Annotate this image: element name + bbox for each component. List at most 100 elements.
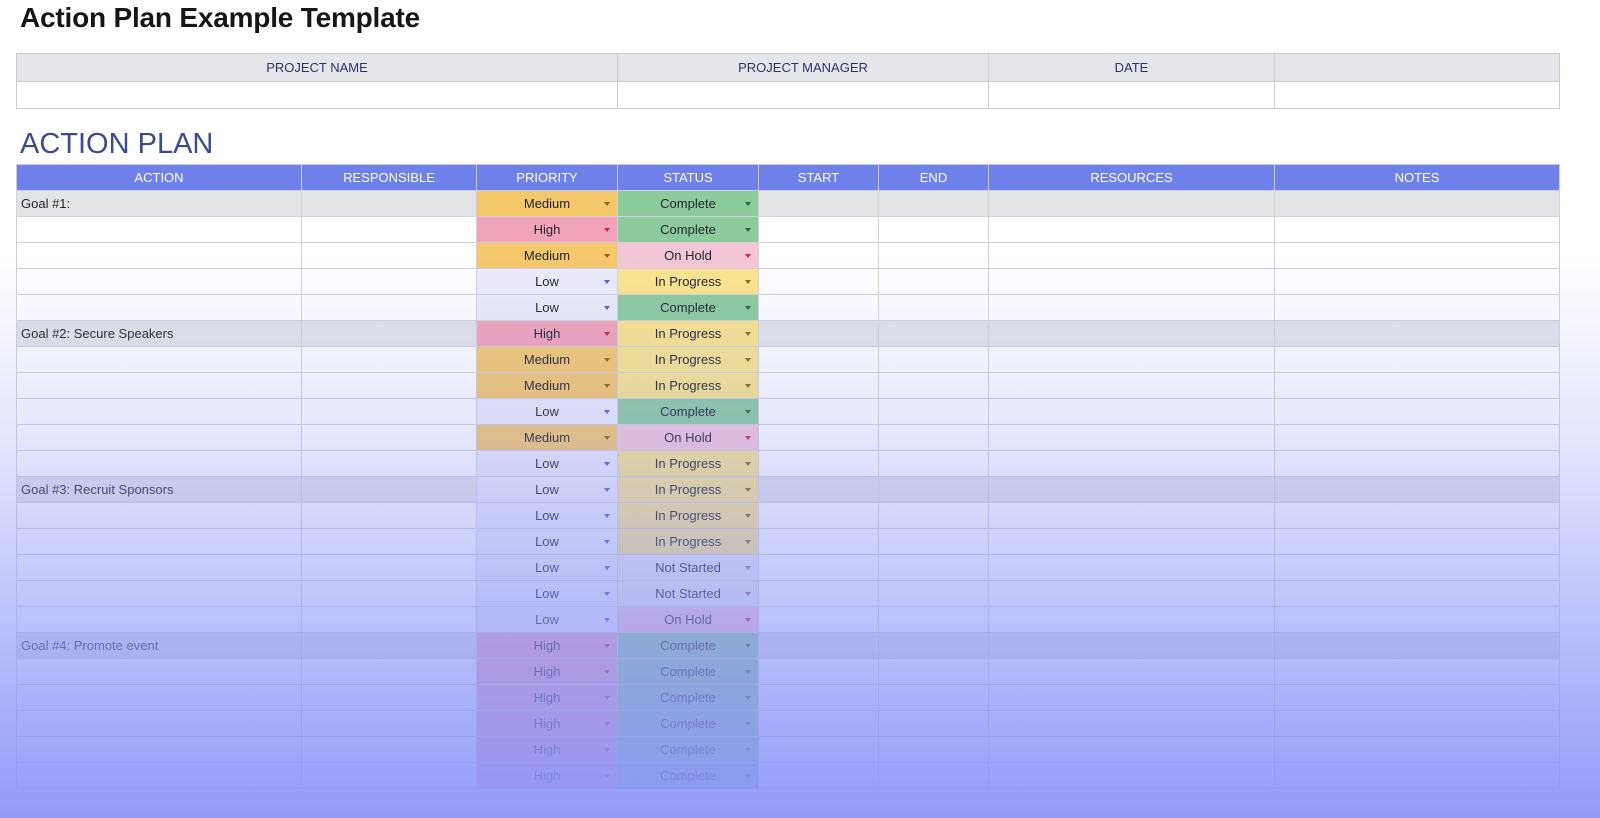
- notes-cell[interactable]: [1274, 294, 1560, 321]
- notes-cell[interactable]: [1274, 268, 1560, 295]
- priority-dropdown[interactable]: Low: [476, 294, 618, 321]
- dropdown-arrow-icon[interactable]: [745, 280, 751, 284]
- dropdown-arrow-icon[interactable]: [745, 488, 751, 492]
- end-cell[interactable]: [878, 242, 989, 269]
- status-dropdown[interactable]: Not Started: [617, 580, 759, 607]
- action-cell[interactable]: [16, 710, 302, 737]
- responsible-cell[interactable]: [301, 450, 477, 477]
- dropdown-arrow-icon[interactable]: [604, 202, 610, 206]
- status-dropdown[interactable]: Complete: [617, 190, 759, 217]
- start-cell[interactable]: [758, 710, 879, 737]
- action-cell[interactable]: Goal #4: Promote event: [16, 632, 302, 659]
- end-cell[interactable]: [878, 398, 989, 425]
- resources-cell[interactable]: [988, 580, 1275, 607]
- action-cell[interactable]: [16, 424, 302, 451]
- priority-dropdown[interactable]: Medium: [476, 242, 618, 269]
- dropdown-arrow-icon[interactable]: [745, 670, 751, 674]
- notes-cell[interactable]: [1274, 346, 1560, 373]
- resources-cell[interactable]: [988, 476, 1275, 503]
- end-cell[interactable]: [878, 190, 989, 217]
- dropdown-arrow-icon[interactable]: [604, 514, 610, 518]
- start-cell[interactable]: [758, 606, 879, 633]
- status-dropdown[interactable]: Complete: [617, 684, 759, 711]
- extra-cell[interactable]: [1274, 81, 1560, 109]
- notes-cell[interactable]: [1274, 762, 1560, 789]
- priority-dropdown[interactable]: Low: [476, 476, 618, 503]
- dropdown-arrow-icon[interactable]: [604, 332, 610, 336]
- responsible-cell[interactable]: [301, 554, 477, 581]
- resources-cell[interactable]: [988, 216, 1275, 243]
- status-dropdown[interactable]: In Progress: [617, 476, 759, 503]
- priority-dropdown[interactable]: High: [476, 216, 618, 243]
- priority-dropdown[interactable]: Low: [476, 528, 618, 555]
- notes-cell[interactable]: [1274, 450, 1560, 477]
- priority-dropdown[interactable]: High: [476, 658, 618, 685]
- resources-cell[interactable]: [988, 632, 1275, 659]
- resources-cell[interactable]: [988, 346, 1275, 373]
- dropdown-arrow-icon[interactable]: [604, 696, 610, 700]
- resources-cell[interactable]: [988, 684, 1275, 711]
- start-cell[interactable]: [758, 320, 879, 347]
- resources-cell[interactable]: [988, 736, 1275, 763]
- notes-cell[interactable]: [1274, 580, 1560, 607]
- action-cell[interactable]: [16, 346, 302, 373]
- responsible-cell[interactable]: [301, 736, 477, 763]
- start-cell[interactable]: [758, 658, 879, 685]
- status-dropdown[interactable]: Complete: [617, 658, 759, 685]
- priority-dropdown[interactable]: Medium: [476, 424, 618, 451]
- end-cell[interactable]: [878, 424, 989, 451]
- resources-cell[interactable]: [988, 372, 1275, 399]
- end-cell[interactable]: [878, 450, 989, 477]
- end-cell[interactable]: [878, 710, 989, 737]
- dropdown-arrow-icon[interactable]: [604, 592, 610, 596]
- priority-dropdown[interactable]: Medium: [476, 190, 618, 217]
- dropdown-arrow-icon[interactable]: [604, 488, 610, 492]
- action-cell[interactable]: [16, 398, 302, 425]
- dropdown-arrow-icon[interactable]: [745, 410, 751, 414]
- responsible-cell[interactable]: [301, 476, 477, 503]
- notes-cell[interactable]: [1274, 242, 1560, 269]
- priority-dropdown[interactable]: Low: [476, 580, 618, 607]
- resources-cell[interactable]: [988, 320, 1275, 347]
- dropdown-arrow-icon[interactable]: [604, 410, 610, 414]
- action-cell[interactable]: [16, 684, 302, 711]
- responsible-cell[interactable]: [301, 424, 477, 451]
- responsible-cell[interactable]: [301, 190, 477, 217]
- responsible-cell[interactable]: [301, 216, 477, 243]
- dropdown-arrow-icon[interactable]: [745, 618, 751, 622]
- responsible-cell[interactable]: [301, 320, 477, 347]
- priority-dropdown[interactable]: High: [476, 710, 618, 737]
- dropdown-arrow-icon[interactable]: [604, 618, 610, 622]
- project-manager-cell[interactable]: [617, 81, 989, 109]
- action-cell[interactable]: [16, 502, 302, 529]
- notes-cell[interactable]: [1274, 554, 1560, 581]
- start-cell[interactable]: [758, 762, 879, 789]
- dropdown-arrow-icon[interactable]: [745, 384, 751, 388]
- resources-cell[interactable]: [988, 294, 1275, 321]
- action-cell[interactable]: [16, 216, 302, 243]
- responsible-cell[interactable]: [301, 268, 477, 295]
- dropdown-arrow-icon[interactable]: [745, 202, 751, 206]
- start-cell[interactable]: [758, 580, 879, 607]
- end-cell[interactable]: [878, 528, 989, 555]
- notes-cell[interactable]: [1274, 398, 1560, 425]
- dropdown-arrow-icon[interactable]: [604, 306, 610, 310]
- status-dropdown[interactable]: On Hold: [617, 606, 759, 633]
- dropdown-arrow-icon[interactable]: [604, 774, 610, 778]
- resources-cell[interactable]: [988, 528, 1275, 555]
- priority-dropdown[interactable]: Low: [476, 268, 618, 295]
- resources-cell[interactable]: [988, 606, 1275, 633]
- dropdown-arrow-icon[interactable]: [604, 540, 610, 544]
- status-dropdown[interactable]: Complete: [617, 762, 759, 789]
- dropdown-arrow-icon[interactable]: [745, 514, 751, 518]
- dropdown-arrow-icon[interactable]: [604, 228, 610, 232]
- notes-cell[interactable]: [1274, 424, 1560, 451]
- action-cell[interactable]: [16, 736, 302, 763]
- end-cell[interactable]: [878, 736, 989, 763]
- action-cell[interactable]: [16, 554, 302, 581]
- status-dropdown[interactable]: Complete: [617, 632, 759, 659]
- end-cell[interactable]: [878, 216, 989, 243]
- notes-cell[interactable]: [1274, 528, 1560, 555]
- status-dropdown[interactable]: Complete: [617, 216, 759, 243]
- action-cell[interactable]: [16, 242, 302, 269]
